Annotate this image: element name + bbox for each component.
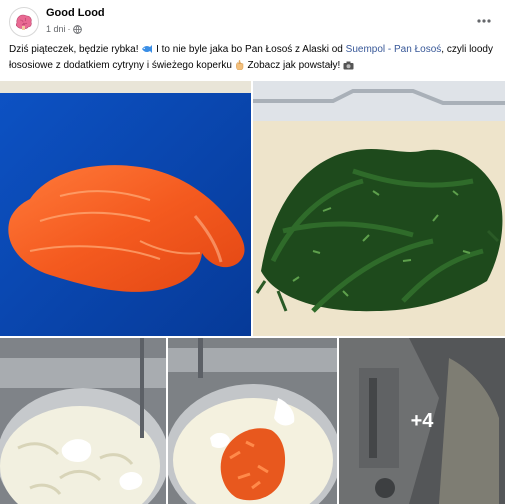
- globe-icon[interactable]: [72, 24, 82, 34]
- caption-text-2: I to nie byle jaka bo Pan Łosoś z Alaski…: [156, 44, 343, 55]
- mixer-cream-image: [0, 338, 166, 504]
- photo-cream-salmon[interactable]: [168, 338, 337, 504]
- caption-text-1: Dziś piąteczek, będzie rybka!: [9, 44, 139, 55]
- post-caption: Dziś piąteczek, będzie rybka! I to nie b…: [9, 42, 501, 74]
- post-meta: 1 dni ·: [46, 24, 82, 34]
- dot-separator: ·: [67, 24, 71, 34]
- caption-text-3: ,: [441, 44, 445, 55]
- photo-mixer-cream[interactable]: [0, 338, 166, 504]
- more-options-icon: [477, 19, 491, 23]
- caption-text-5: Zobacz jak powstały!: [247, 60, 341, 71]
- post: Good Lood 1 dni · Dziś piąteczek, będzie…: [0, 0, 505, 504]
- photo-dill[interactable]: [253, 81, 505, 336]
- camera-emoji-icon: [343, 61, 354, 70]
- cream-salmon-image: [168, 338, 337, 504]
- dill-image: [253, 81, 505, 336]
- suempol-link[interactable]: Suempol - Pan Łosoś: [346, 44, 442, 55]
- more-photos-count: +4: [410, 409, 434, 432]
- photo-more[interactable]: +4: [339, 338, 505, 504]
- fish-emoji-icon: [141, 44, 153, 54]
- more-photos-overlay[interactable]: +4: [339, 338, 505, 504]
- more-options-button[interactable]: [474, 11, 494, 31]
- author-name[interactable]: Good Lood: [46, 7, 105, 19]
- salmon-image: [0, 81, 251, 336]
- photo-salmon[interactable]: [0, 81, 251, 336]
- ok-hand-emoji-icon: [235, 59, 245, 70]
- page-avatar[interactable]: [9, 7, 39, 37]
- brain-logo-icon: [11, 9, 37, 35]
- post-time[interactable]: 1 dni: [46, 24, 66, 34]
